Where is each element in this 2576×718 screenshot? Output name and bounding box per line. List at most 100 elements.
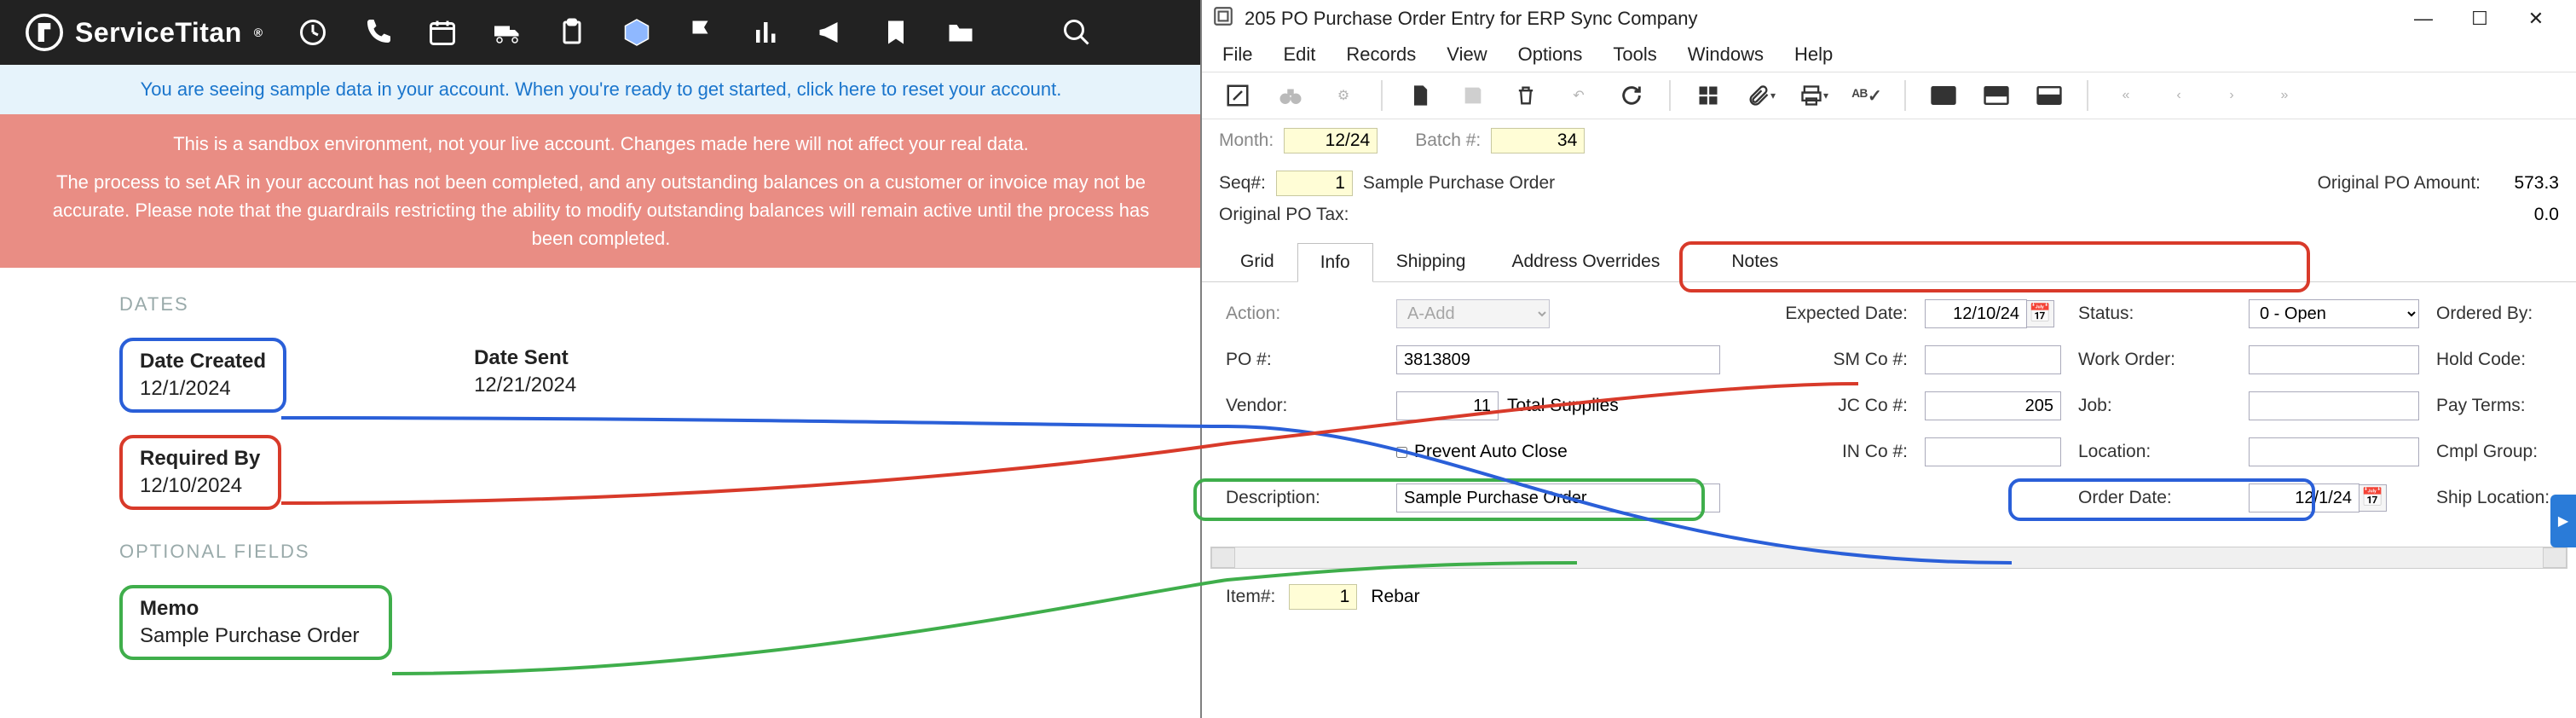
nav-last-icon[interactable]: » [2269, 80, 2300, 111]
window-titlebar[interactable]: 205 PO Purchase Order Entry for ERP Sync… [1202, 0, 2576, 38]
panel1-icon[interactable] [1928, 80, 1959, 111]
nav-first-icon[interactable]: « [2111, 80, 2141, 111]
jcco-input[interactable] [1925, 391, 2061, 420]
save-icon[interactable] [1458, 80, 1488, 111]
orig-tax-value: 0.0 [2491, 205, 2559, 225]
expected-date-field[interactable]: 📅 [1925, 299, 2061, 328]
tab-grid[interactable]: Grid [1217, 242, 1297, 281]
nav-prev-icon[interactable]: ‹ [2163, 80, 2194, 111]
calendar-icon[interactable]: 📅 [2027, 300, 2054, 327]
undo-icon[interactable]: ↶ [1563, 80, 1594, 111]
print-icon[interactable]: ▾ [1799, 80, 1829, 111]
month-value[interactable]: 12/24 [1284, 128, 1378, 153]
panel2-icon[interactable] [1981, 80, 2012, 111]
date-created-box: Date Created 12/1/2024 [119, 338, 286, 413]
flag-icon[interactable] [686, 17, 717, 48]
expected-label: Expected Date: [1737, 304, 1908, 324]
date-sent-col: Date Sent 12/21/2024 [457, 338, 593, 406]
attach-icon[interactable]: ▾ [1746, 80, 1776, 111]
delete-icon[interactable] [1510, 80, 1541, 111]
vendor-label: Vendor: [1226, 396, 1379, 416]
folder-icon[interactable] [945, 17, 976, 48]
menu-tools[interactable]: Tools [1613, 43, 1656, 66]
panel3-icon[interactable] [2034, 80, 2065, 111]
grid-icon[interactable] [1693, 80, 1724, 111]
menu-edit[interactable]: Edit [1283, 43, 1315, 66]
desc-input[interactable] [1396, 483, 1720, 512]
wo-input[interactable] [2249, 345, 2419, 374]
action-label: Action: [1226, 304, 1379, 324]
info-form: Action: A-Add Expected Date: 📅 Status: 0… [1202, 282, 2576, 530]
action-select: A-Add [1396, 299, 1550, 328]
batch-value[interactable]: 34 [1491, 128, 1585, 153]
menu-windows[interactable]: Windows [1688, 43, 1764, 66]
inco-label: IN Co #: [1737, 442, 1908, 462]
batch-label: Batch #: [1415, 130, 1481, 151]
horizontal-scrollbar[interactable] [1210, 547, 2567, 569]
date-created-label: Date Created [140, 350, 266, 373]
jcco-label: JC Co #: [1737, 396, 1908, 416]
truck-icon[interactable] [492, 17, 523, 48]
smco-label: SM Co #: [1737, 350, 1908, 370]
new-icon[interactable] [1405, 80, 1435, 111]
sandbox-line2: The process to set AR in your account ha… [51, 168, 1151, 252]
seq-text: Sample Purchase Order [1363, 173, 1555, 194]
prevent-auto-close[interactable]: Prevent Auto Close [1396, 442, 1720, 462]
location-input[interactable] [2249, 437, 2419, 466]
po-input[interactable] [1396, 345, 1720, 374]
menu-records[interactable]: Records [1346, 43, 1416, 66]
sample-data-banner[interactable]: You are seeing sample data in your accou… [0, 65, 1202, 114]
nav-next-icon[interactable]: › [2216, 80, 2247, 111]
item-label: Item#: [1226, 587, 1275, 607]
smco-input[interactable] [1925, 345, 2061, 374]
menu-file[interactable]: File [1222, 43, 1252, 66]
menu-options[interactable]: Options [1518, 43, 1583, 66]
item-name: Rebar [1371, 587, 1419, 607]
st-brand-text: ServiceTitan [75, 17, 242, 49]
calendar-icon[interactable]: 📅 [2359, 484, 2387, 512]
seq-label: Seq#: [1219, 173, 1266, 194]
tab-info[interactable]: Info [1297, 243, 1373, 282]
inco-input[interactable] [1925, 437, 2061, 466]
bookmark-icon[interactable] [881, 17, 911, 48]
binoculars-icon[interactable] [1275, 80, 1306, 111]
menu-view[interactable]: View [1447, 43, 1487, 66]
st-logo[interactable]: ServiceTitan® [26, 14, 263, 51]
phone-icon[interactable] [362, 17, 393, 48]
vendor-input[interactable] [1396, 391, 1499, 420]
clipboard-icon[interactable] [557, 17, 587, 48]
window-icon [1212, 5, 1234, 32]
toolbar: ⚙ ↶ ▾ ▾ ᴬᴮ✓ « ‹ › » [1202, 72, 2576, 119]
close-button[interactable]: ✕ [2520, 7, 2552, 31]
chart-icon[interactable] [751, 17, 782, 48]
expected-date-input[interactable] [1925, 299, 2027, 328]
location-label: Location: [2078, 442, 2232, 462]
search-icon[interactable] [1061, 17, 1092, 48]
minimize-button[interactable]: — [2407, 7, 2440, 31]
job-input[interactable] [2249, 391, 2419, 420]
box-icon[interactable] [621, 17, 652, 48]
memo-label: Memo [140, 597, 372, 621]
megaphone-icon[interactable] [816, 17, 846, 48]
edit-icon[interactable] [1222, 80, 1253, 111]
calendar-icon[interactable] [427, 17, 458, 48]
status-select[interactable]: 0 - Open [2249, 299, 2419, 328]
gear-icon[interactable]: ⚙ [1328, 80, 1359, 111]
tab-shipping[interactable]: Shipping [1373, 242, 1489, 281]
refresh-icon[interactable] [1616, 80, 1647, 111]
tab-address-overrides[interactable]: Address Overrides [1488, 242, 1683, 281]
sandbox-banner: This is a sandbox environment, not your … [0, 114, 1202, 268]
tabstrip: Grid Info Shipping Address Overrides Not… [1202, 242, 2576, 282]
menu-help[interactable]: Help [1794, 43, 1833, 66]
prevent-auto-checkbox[interactable] [1396, 447, 1407, 458]
spellcheck-icon[interactable]: ᴬᴮ✓ [1851, 80, 1882, 111]
item-value[interactable]: 1 [1289, 584, 1357, 610]
maximize-button[interactable]: ☐ [2463, 7, 2496, 31]
required-by-label: Required By [140, 447, 261, 471]
tab-notes[interactable]: Notes [1708, 242, 1801, 281]
orderdate-field[interactable]: 📅 [2249, 483, 2419, 512]
dashboard-icon[interactable] [297, 17, 328, 48]
seq-value[interactable]: 1 [1276, 171, 1353, 196]
orderdate-input[interactable] [2249, 483, 2359, 512]
side-expander[interactable]: ▶ [2550, 495, 2576, 547]
